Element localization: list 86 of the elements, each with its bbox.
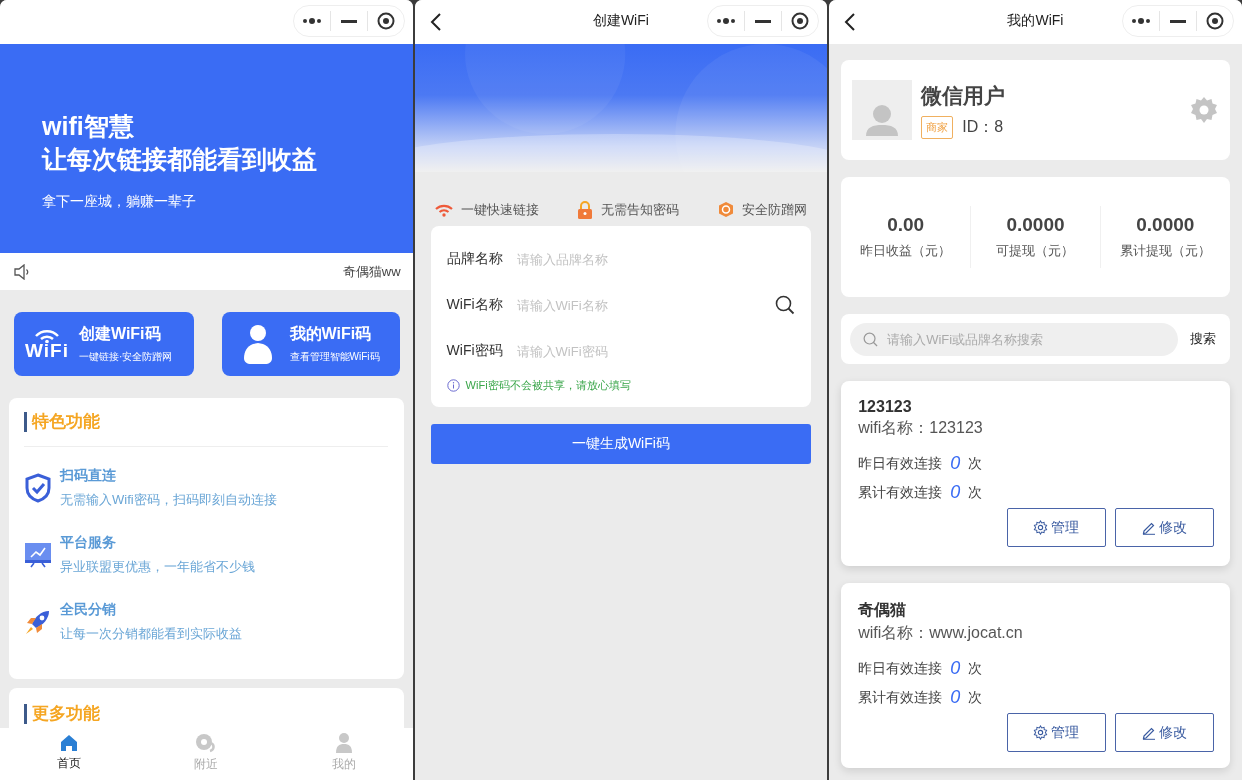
stat-value: 0.0000 [1006,214,1065,236]
count-unit: 次 [968,454,983,473]
back-icon[interactable] [428,12,443,32]
edit-button[interactable]: 修改 [1114,713,1214,752]
stat-label: 昨日收益（元） [860,242,952,260]
user-name: 微信用户 [921,82,1006,109]
count-label: 昨日有效连接 [858,454,943,473]
gear-icon [1033,725,1049,740]
role-tag: 商家 [921,115,954,139]
chart-board-icon [24,542,52,568]
wifi-name: wifi名称：123123 [858,418,983,438]
banner-slogan: 拿下一座城，躺赚一辈子 [42,193,196,211]
search-field[interactable]: 请输入WiFi或品牌名称搜索 [850,322,1178,356]
count-value: 0 [950,482,961,503]
feature-description: 无需输入Wifi密码，扫码即刻自动连接 [60,491,277,509]
lock-icon [577,200,594,219]
feature-title[interactable]: 平台服务 [60,534,116,552]
page-title: 我的WiFi [1007,12,1064,30]
brand-name: 奇偶猫 [858,600,907,620]
count-value: 0 [950,687,961,708]
count-label: 累计有效连接 [858,688,943,707]
pencil-icon [1141,725,1156,740]
shortcut-button[interactable]: WiFi 创建WiFi码 一键链接·安全防蹭网 [14,312,194,376]
field-label: WiFi密码 [446,342,504,360]
minimize-icon[interactable] [755,19,772,23]
tab-item[interactable]: 首页 [38,734,99,772]
close-icon[interactable] [1205,12,1224,30]
search-button[interactable]: 搜索 [1189,330,1216,348]
minimize-icon[interactable] [1169,19,1186,23]
back-icon[interactable] [843,12,858,32]
feature-title[interactable]: 扫码直连 [60,467,116,485]
shield-check-icon [24,473,52,503]
field-label: 品牌名称 [446,250,504,268]
feature-description: 让每一次分销都能看到实际收益 [60,625,242,643]
tab-item[interactable]: 我的 [313,733,374,773]
banner-subtitle: 让每次链接都能看到收益 [42,144,317,175]
feature-label: 安全防蹭网 [742,200,808,219]
feature-label: 一键快速链接 [460,200,539,219]
search-icon [863,331,879,347]
hint-text: WiFi密码不会被共享，请放心填写 [465,378,631,393]
close-icon[interactable] [791,12,810,30]
notice-text: 奇偶猫ww [342,262,401,281]
manage-button[interactable]: 管理 [1006,508,1106,547]
wifi-name: wifi名称：www.jocat.cn [858,623,1023,643]
count-label: 累计有效连接 [858,483,943,502]
brand-name: 123123 [858,398,912,416]
close-icon[interactable] [376,12,395,30]
feature-title[interactable]: 全民分销 [60,601,116,619]
search-icon[interactable] [775,295,796,315]
generate-button[interactable]: 一键生成WiFi码 [430,424,812,464]
feature-description: 异业联盟更优惠，一年能省不少钱 [60,558,255,576]
count-value: 0 [950,658,961,679]
count-unit: 次 [968,483,983,502]
count-label: 昨日有效连接 [858,659,943,678]
rocket-icon [24,608,52,636]
location-icon [195,733,218,753]
person-icon [334,733,353,753]
user-id: ID：8 [962,116,1004,137]
more-icon[interactable] [716,18,737,24]
home-icon [59,734,78,752]
stat-value: 0.00 [887,214,925,236]
page-title: 创建WiFi [592,12,649,30]
count-value: 0 [950,453,961,474]
count-unit: 次 [968,659,983,678]
tab-item[interactable]: 附近 [176,733,237,773]
stat-label: 可提现（元） [996,242,1075,260]
shortcut-button[interactable]: 我的WiFi码 查看管理智能WiFi码 [221,312,400,376]
info-icon [446,379,460,392]
gear-icon [1033,520,1049,535]
banner-title: wifi智慧 [42,111,134,142]
more-icon[interactable] [301,18,322,24]
section-title: 特色功能 [24,412,100,432]
minimize-icon[interactable] [340,19,357,23]
count-unit: 次 [968,688,983,707]
person-icon [242,324,273,364]
more-icon[interactable] [1130,18,1151,24]
field-label: WiFi名称 [446,296,504,314]
edit-button[interactable]: 修改 [1114,508,1214,547]
manage-button[interactable]: 管理 [1006,713,1106,752]
feature-label: 无需告知密码 [601,200,680,219]
section-title: 更多功能 [24,704,100,724]
avatar-icon [852,80,913,140]
stat-value: 0.0000 [1136,214,1195,236]
stat-label: 累计提现（元） [1119,242,1211,260]
wifi-icon [434,202,453,217]
pencil-icon [1141,520,1156,535]
